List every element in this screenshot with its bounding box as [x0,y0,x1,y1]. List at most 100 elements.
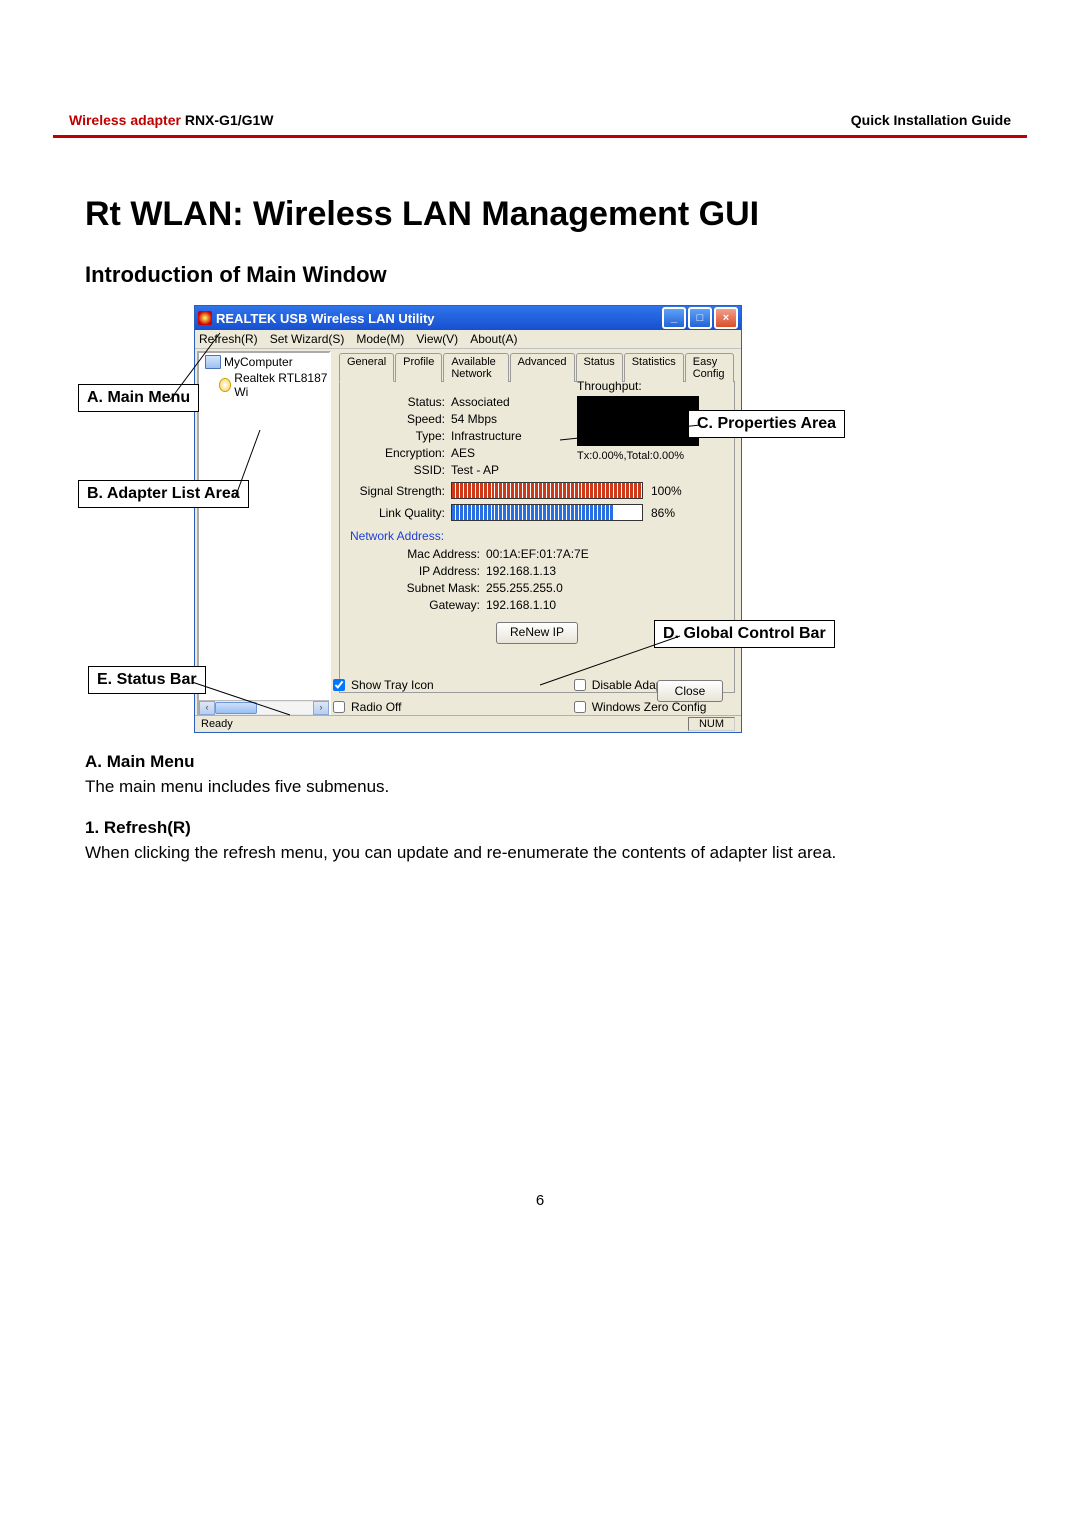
sub1-text: When clicking the refresh menu, you can … [85,842,995,865]
header-left: Wireless adapter RNX-G1/G1W [69,112,274,128]
row-mac: Mac Address: 00:1A:EF:01:7A:7E [350,547,724,561]
show-tray-checkbox[interactable]: Show Tray Icon [329,676,434,694]
radio-off-label: Radio Off [351,700,401,714]
label-encryption: Encryption: [350,446,445,460]
menu-about[interactable]: About(A) [470,332,517,346]
status-bar: Ready NUM [195,715,741,732]
label-ip: IP Address: [350,564,480,578]
close-window-button[interactable]: × [714,307,738,329]
app-icon [198,311,212,325]
label-speed: Speed: [350,412,445,426]
menu-view[interactable]: View(V) [416,332,458,346]
label-subnet: Subnet Mask: [350,581,480,595]
network-address-header: Network Address: [350,529,724,543]
radio-off-checkbox[interactable]: Radio Off [329,698,434,716]
label-link-quality: Link Quality: [350,506,445,520]
brand-name: Wireless adapter [69,112,185,128]
page-number: 6 [0,1192,1080,1209]
label-signal: Signal Strength: [350,484,445,498]
label-status: Status: [350,395,445,409]
label-mac: Mac Address: [350,547,480,561]
status-num: NUM [688,717,735,731]
menu-refresh[interactable]: Refresh(R) [199,332,258,346]
callout-a: A. Main Menu [78,384,199,412]
menu-mode[interactable]: Mode(M) [356,332,404,346]
zero-config-input[interactable] [574,701,586,713]
tree-child-label: Realtek RTL8187 Wi [234,371,329,399]
link-quality-bar [451,504,643,521]
row-signal-strength: Signal Strength: 100% [350,482,724,499]
client-area: MyComputer Realtek RTL8187 Wi ‹ › Genera… [195,349,741,719]
label-type: Type: [350,429,445,443]
body-text: A. Main Menu The main menu includes five… [85,751,995,865]
scroll-left-icon[interactable]: ‹ [199,701,215,715]
maximize-button[interactable]: □ [688,307,712,329]
header-rule [53,135,1027,138]
tree-root[interactable]: MyComputer [199,353,329,371]
label-throughput: Throughput: [577,379,717,393]
adapter-icon [219,378,231,392]
throughput-tx: Tx:0.00%,Total:0.00% [577,450,717,462]
section-a-heading: A. Main Menu [85,751,995,774]
callout-e: E. Status Bar [88,666,206,694]
sub1-heading: 1. Refresh(R) [85,817,995,840]
signal-pct: 100% [651,484,682,498]
link-quality-pct: 86% [651,506,675,520]
renew-ip-button[interactable]: ReNew IP [496,622,578,644]
row-link-quality: Link Quality: 86% [350,504,724,521]
tab-general[interactable]: General [339,353,394,382]
tab-easy-config[interactable]: Easy Config [685,353,734,382]
callout-d: D. Global Control Bar [654,620,835,648]
show-tray-label: Show Tray Icon [351,678,434,692]
row-gateway: Gateway: 192.168.1.10 [350,598,724,612]
minimize-button[interactable]: _ [662,307,686,329]
signal-bar [451,482,643,499]
scroll-right-icon[interactable]: › [313,701,329,715]
global-control-bar: Show Tray Icon Radio Off Disable Adapter… [329,678,737,714]
adapter-tree[interactable]: MyComputer Realtek RTL8187 Wi ‹ › [197,351,331,717]
tree-scrollbar[interactable]: ‹ › [199,700,329,715]
value-subnet: 255.255.255.0 [486,581,563,595]
disable-adapter-input[interactable] [574,679,586,691]
tab-statistics[interactable]: Statistics [624,353,684,382]
page-title: Rt WLAN: Wireless LAN Management GUI [85,195,759,234]
row-ip: IP Address: 192.168.1.13 [350,564,724,578]
tab-status[interactable]: Status [576,353,623,382]
menu-set-wizard[interactable]: Set Wizard(S) [270,332,345,346]
value-speed: 54 Mbps [451,412,497,426]
section-title: Introduction of Main Window [85,262,387,288]
label-ssid: SSID: [350,463,445,477]
label-gateway: Gateway: [350,598,480,612]
computer-icon [205,355,221,369]
throughput-graph [577,396,699,446]
header-right: Quick Installation Guide [851,112,1011,128]
tab-strip: General Profile Available Network Advanc… [339,353,735,382]
value-status: Associated [451,395,510,409]
value-type: Infrastructure [451,429,522,443]
app-window: REALTEK USB Wireless LAN Utility _ □ × R… [194,305,742,733]
tree-child[interactable]: Realtek RTL8187 Wi [199,371,329,399]
value-gateway: 192.168.1.10 [486,598,556,612]
value-ip: 192.168.1.13 [486,564,556,578]
model-name: RNX-G1/G1W [185,112,274,128]
scroll-track[interactable] [215,702,313,714]
row-ssid: SSID: Test - AP [350,463,724,477]
value-mac: 00:1A:EF:01:7A:7E [486,547,589,561]
tab-profile[interactable]: Profile [395,353,442,382]
window-title: REALTEK USB Wireless LAN Utility [216,311,660,326]
section-a-text: The main menu includes five submenus. [85,776,995,799]
callout-c: C. Properties Area [688,410,845,438]
properties-area: General Profile Available Network Advanc… [333,349,741,719]
scroll-thumb[interactable] [215,702,257,714]
radio-off-input[interactable] [333,701,345,713]
tab-advanced[interactable]: Advanced [510,353,575,382]
tab-available-network[interactable]: Available Network [443,353,508,382]
zero-config-label: Windows Zero Config [592,700,707,714]
status-ready: Ready [201,718,233,730]
value-encryption: AES [451,446,475,460]
title-bar[interactable]: REALTEK USB Wireless LAN Utility _ □ × [195,306,741,330]
value-ssid: Test - AP [451,463,499,477]
show-tray-input[interactable] [333,679,345,691]
menu-bar: Refresh(R) Set Wizard(S) Mode(M) View(V)… [195,330,741,349]
close-button[interactable]: Close [657,680,723,702]
